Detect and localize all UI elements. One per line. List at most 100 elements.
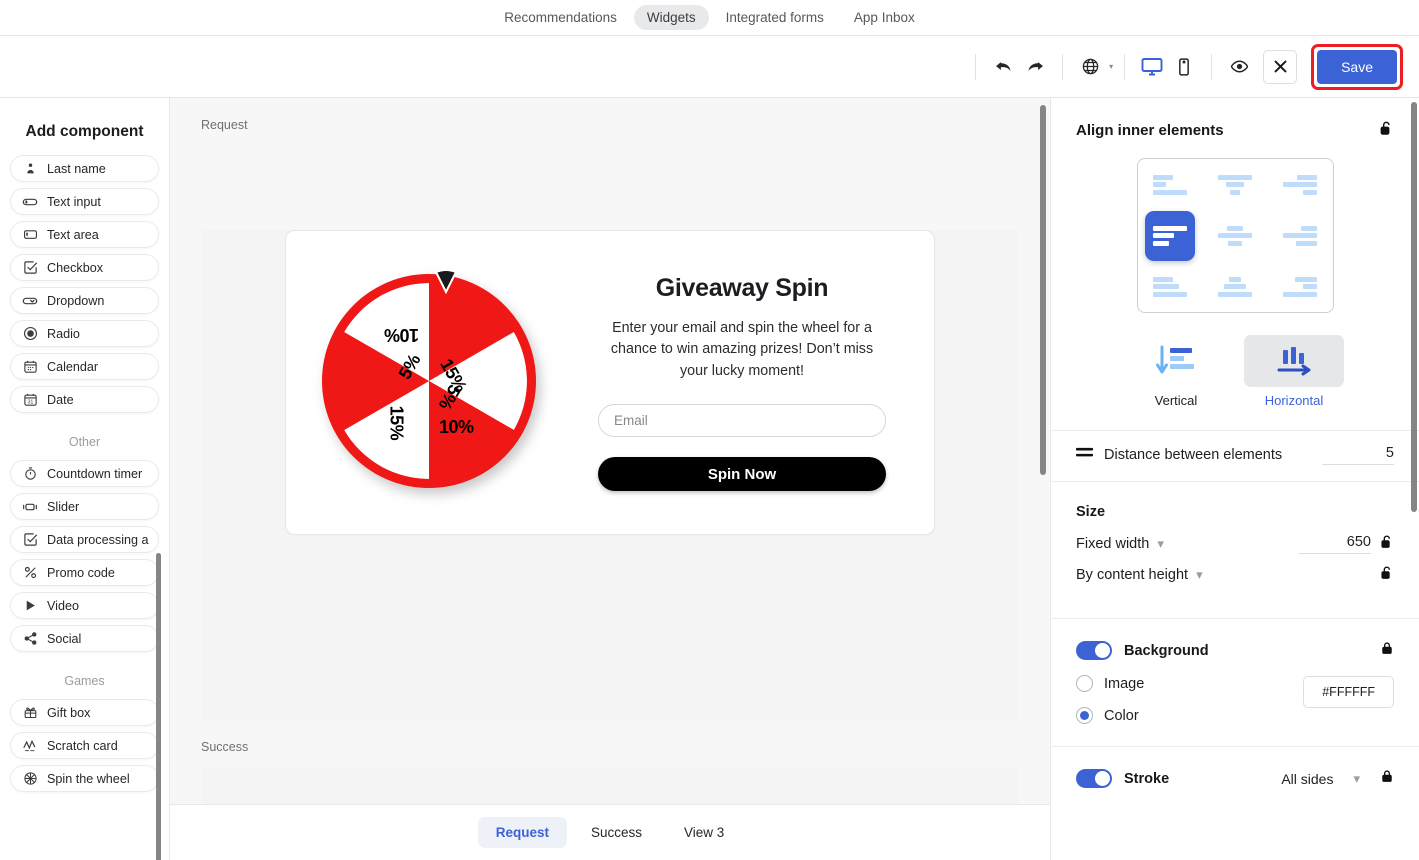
nav-item-app-inbox[interactable]: App Inbox [841, 5, 928, 30]
component-video[interactable]: Video [10, 592, 159, 619]
component-label: Spin the wheel [47, 771, 130, 786]
align-bottom-left[interactable] [1138, 261, 1203, 312]
background-toggle[interactable] [1076, 641, 1112, 660]
distance-input[interactable]: 5 [1322, 445, 1394, 465]
fixed-width-input[interactable]: 650 [1299, 534, 1371, 554]
editor-toolbar: ▾ Save [0, 36, 1419, 98]
nav-item-recommendations[interactable]: Recommendations [491, 5, 630, 30]
component-promo-code[interactable]: Promo code [10, 559, 159, 586]
radio-color[interactable] [1076, 707, 1093, 724]
spin-now-button[interactable]: Spin Now [598, 457, 886, 492]
tab-view-3[interactable]: View 3 [666, 817, 742, 848]
align-middle-right[interactable] [1268, 210, 1333, 261]
component-calendar[interactable]: Calendar [10, 353, 159, 380]
lock-closed-icon[interactable] [1380, 641, 1394, 660]
align-bottom-right[interactable] [1268, 261, 1333, 312]
component-checkbox[interactable]: Checkbox [10, 254, 159, 281]
slider-icon [22, 499, 38, 515]
component-label: Slider [47, 499, 80, 514]
background-color-option[interactable]: Color [1076, 707, 1303, 724]
canvas-scrollbar[interactable] [1040, 105, 1046, 475]
widget-description: Enter your email and spin the wheel for … [610, 319, 874, 379]
content-height-label[interactable]: By content height [1076, 567, 1188, 583]
language-selector[interactable]: ▾ [1074, 51, 1113, 83]
stroke-sides-label[interactable]: All sides [1281, 771, 1333, 787]
nav-item-widgets[interactable]: Widgets [633, 5, 709, 30]
direction-horizontal[interactable]: Horizontal [1244, 335, 1344, 408]
component-date[interactable]: 31 Date [10, 386, 159, 413]
chevron-down-icon[interactable]: ▾ [1157, 536, 1164, 552]
component-social[interactable]: Social [10, 625, 159, 652]
align-middle-center[interactable] [1203, 210, 1268, 261]
email-input[interactable]: Email [598, 404, 886, 438]
align-grid [1136, 158, 1334, 313]
spin-wheel-widget[interactable]: 5% 10% 15% 5% 10% 15% Giveaway Spin Ente… [285, 230, 935, 535]
mobile-phone-icon[interactable] [1168, 51, 1200, 83]
align-header: Align inner elements [1076, 120, 1394, 141]
sidebar-scrollbar[interactable] [156, 553, 161, 860]
widget-title: Giveaway Spin [655, 273, 829, 302]
align-middle-left[interactable] [1138, 210, 1203, 261]
component-spin-the-wheel[interactable]: Spin the wheel [10, 765, 159, 792]
align-bottom-center[interactable] [1203, 261, 1268, 312]
component-countdown-timer[interactable]: Countdown timer [10, 460, 159, 487]
component-gift-box[interactable]: Gift box [10, 699, 159, 726]
component-label: Gift box [47, 705, 91, 720]
properties-panel: Align inner elements Vertical Horizontal… [1050, 98, 1419, 860]
background-toggle-row: Background [1076, 641, 1394, 660]
component-scratch-card[interactable]: Scratch card [10, 732, 159, 759]
chevron-down-icon[interactable]: ▾ [1196, 567, 1203, 583]
size-section: Size Fixed width ▾ 650 By content height… [1051, 482, 1419, 619]
component-radio[interactable]: Radio [10, 320, 159, 347]
sidebar-group-games: Games [64, 674, 105, 688]
component-data-processing[interactable]: Data processing a [10, 526, 159, 553]
size-title: Size [1076, 504, 1106, 520]
unlock-icon[interactable] [1379, 534, 1394, 554]
component-label: Text area [47, 227, 99, 242]
component-slider[interactable]: Slider [10, 493, 159, 520]
properties-panel-scrollbar[interactable] [1411, 102, 1417, 512]
align-direction-toggle: Vertical Horizontal [1076, 335, 1394, 408]
lock-closed-icon[interactable] [1380, 769, 1394, 788]
eye-icon[interactable] [1223, 51, 1255, 83]
stroke-section: Stroke All sides ▾ [1051, 747, 1419, 810]
spin-wheel[interactable]: 5% 10% 15% 5% 10% 15% [322, 268, 540, 494]
chevron-down-icon[interactable]: ▾ [1353, 771, 1360, 787]
radio-image[interactable] [1076, 675, 1093, 692]
fixed-width-label[interactable]: Fixed width [1076, 536, 1149, 552]
nav-item-integrated-forms[interactable]: Integrated forms [713, 5, 837, 30]
background-image-option[interactable]: Image [1076, 675, 1303, 692]
component-text-input[interactable]: Text input [10, 188, 159, 215]
undo-arrow-icon[interactable] [987, 51, 1019, 83]
align-top-center[interactable] [1203, 159, 1268, 210]
scratch-icon [22, 738, 38, 754]
text-input-icon [22, 194, 38, 210]
color-label: Color [1104, 707, 1139, 724]
component-label: Data processing a [47, 532, 149, 547]
align-vertical-icon [1126, 335, 1226, 387]
distance-row: Distance between elements 5 [1051, 431, 1419, 482]
save-button[interactable]: Save [1317, 49, 1397, 84]
redo-arrow-icon[interactable] [1019, 51, 1051, 83]
tab-success[interactable]: Success [573, 817, 660, 848]
align-top-left[interactable] [1138, 159, 1203, 210]
desktop-monitor-icon[interactable] [1136, 51, 1168, 83]
widget-content: Giveaway Spin Enter your email and spin … [576, 273, 934, 492]
component-last-name[interactable]: Last name [10, 155, 159, 182]
direction-vertical[interactable]: Vertical [1126, 335, 1226, 408]
component-dropdown[interactable]: Dropdown [10, 287, 159, 314]
view-label-request: Request [201, 118, 248, 132]
unlock-icon[interactable] [1379, 565, 1394, 585]
tab-request[interactable]: Request [477, 817, 567, 848]
close-x-icon[interactable] [1263, 49, 1298, 84]
view-tabs-bar: Request Success View 3 [170, 804, 1050, 860]
globe-icon[interactable] [1074, 51, 1106, 83]
background-hex-input[interactable]: #FFFFFF [1303, 676, 1394, 708]
unlock-icon[interactable] [1378, 120, 1394, 141]
stroke-toggle[interactable] [1076, 769, 1112, 788]
background-section: Background Image Color #FFFFFF [1051, 619, 1419, 747]
direction-horizontal-label: Horizontal [1264, 393, 1324, 408]
align-top-right[interactable] [1268, 159, 1333, 210]
component-text-area[interactable]: Text area [10, 221, 159, 248]
chevron-down-icon[interactable]: ▾ [1109, 62, 1113, 71]
